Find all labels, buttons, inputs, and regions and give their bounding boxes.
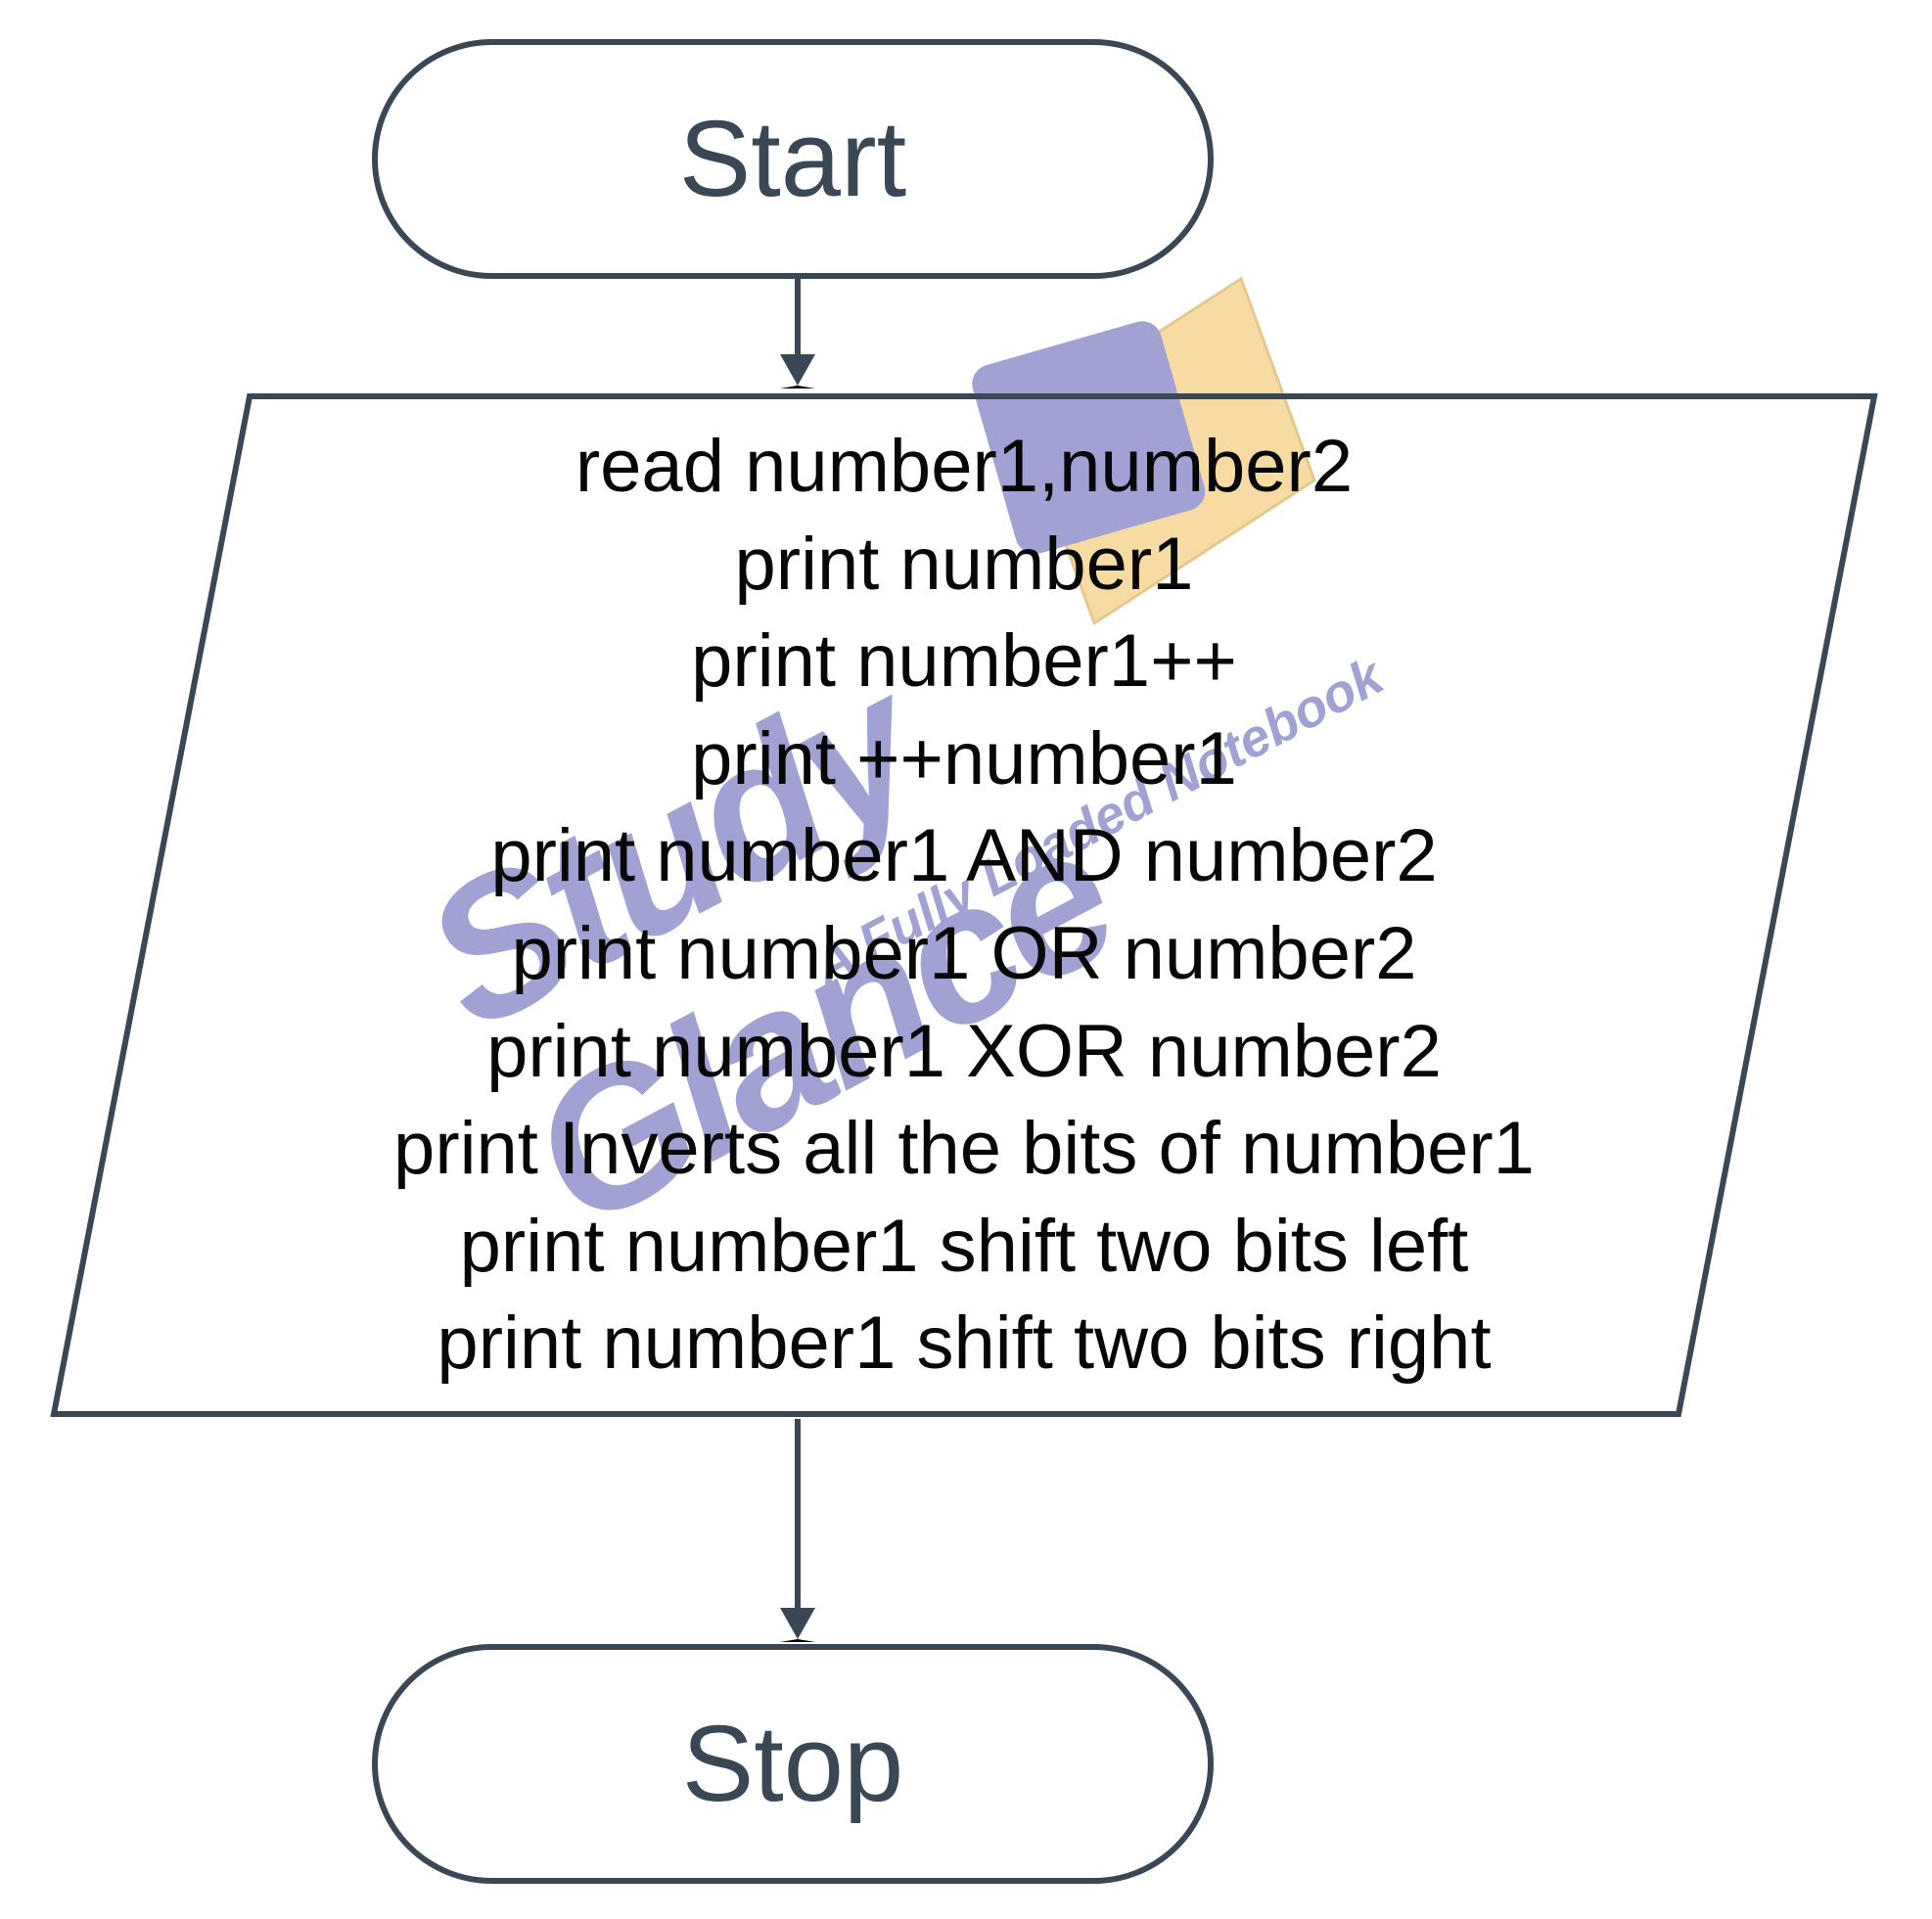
flowchart-container: Study Glance A Fully Loaded Notebook Sta…: [0, 0, 1932, 1919]
process-line-0: read number1,number2: [575, 418, 1353, 516]
process-line-3: print ++number1: [691, 710, 1237, 808]
arrow-process-to-stop: [795, 1419, 801, 1611]
process-line-6: print number1 XOR number2: [486, 1003, 1442, 1101]
process-content: read number1,number2 print number1 print…: [49, 391, 1879, 1419]
process-parallelogram: read number1,number2 print number1 print…: [49, 391, 1879, 1419]
process-line-7: print Inverts all the bits of number1: [393, 1100, 1535, 1198]
process-line-4: print number1 AND number2: [490, 807, 1437, 905]
process-line-2: print number1++: [691, 613, 1237, 710]
arrowhead-icon: [780, 1608, 815, 1642]
process-line-1: print number1: [735, 516, 1194, 614]
arrowhead-icon: [780, 354, 815, 388]
arrow-start-to-process: [795, 279, 801, 357]
stop-label: Stop: [682, 1702, 903, 1826]
process-line-9: print number1 shift two bits right: [437, 1295, 1491, 1393]
start-terminal: Start: [372, 39, 1214, 279]
process-line-5: print number1 OR number2: [511, 905, 1416, 1003]
start-label: Start: [679, 97, 906, 221]
stop-terminal: Stop: [372, 1644, 1214, 1884]
process-line-8: print number1 shift two bits left: [460, 1198, 1469, 1296]
